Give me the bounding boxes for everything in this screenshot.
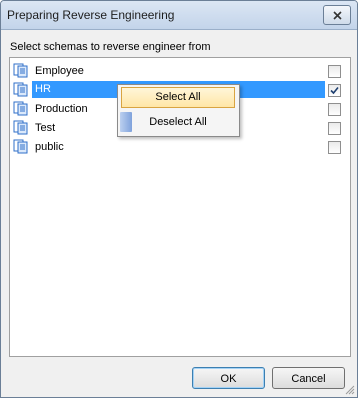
cancel-button[interactable]: Cancel bbox=[272, 367, 345, 389]
schema-icon bbox=[13, 101, 28, 116]
schema-checkbox[interactable] bbox=[328, 122, 341, 135]
dialog-title: Preparing Reverse Engineering bbox=[7, 8, 175, 22]
context-menu: Select All Deselect All bbox=[117, 84, 240, 137]
schema-row-public[interactable]: public bbox=[10, 137, 350, 156]
schema-checkbox[interactable] bbox=[328, 141, 341, 154]
schema-checkbox[interactable] bbox=[328, 65, 341, 78]
title-bar[interactable]: Preparing Reverse Engineering bbox=[1, 1, 357, 30]
schema-label: public bbox=[35, 141, 64, 153]
ok-button[interactable]: OK bbox=[192, 367, 265, 389]
schema-checkbox[interactable] bbox=[328, 103, 341, 116]
dialog-window: Preparing Reverse Engineering Select sch… bbox=[0, 0, 358, 398]
close-icon bbox=[332, 10, 342, 20]
schema-icon bbox=[13, 63, 28, 78]
checkmark-icon bbox=[330, 86, 339, 95]
menu-item-deselect-all[interactable]: Deselect All bbox=[121, 112, 235, 133]
schema-label: Test bbox=[35, 122, 56, 134]
schema-icon bbox=[13, 139, 28, 154]
resize-grip-icon[interactable] bbox=[345, 385, 355, 395]
schema-icon bbox=[13, 82, 28, 97]
schema-row-employee[interactable]: Employee bbox=[10, 61, 350, 80]
schema-label: Production bbox=[35, 103, 88, 115]
instruction-label: Select schemas to reverse engineer from bbox=[10, 41, 211, 53]
close-button[interactable] bbox=[323, 5, 351, 25]
schema-checkbox[interactable] bbox=[328, 84, 341, 97]
schema-label: Employee bbox=[35, 65, 84, 77]
menu-item-select-all[interactable]: Select All bbox=[121, 87, 235, 108]
schema-icon bbox=[13, 120, 28, 135]
